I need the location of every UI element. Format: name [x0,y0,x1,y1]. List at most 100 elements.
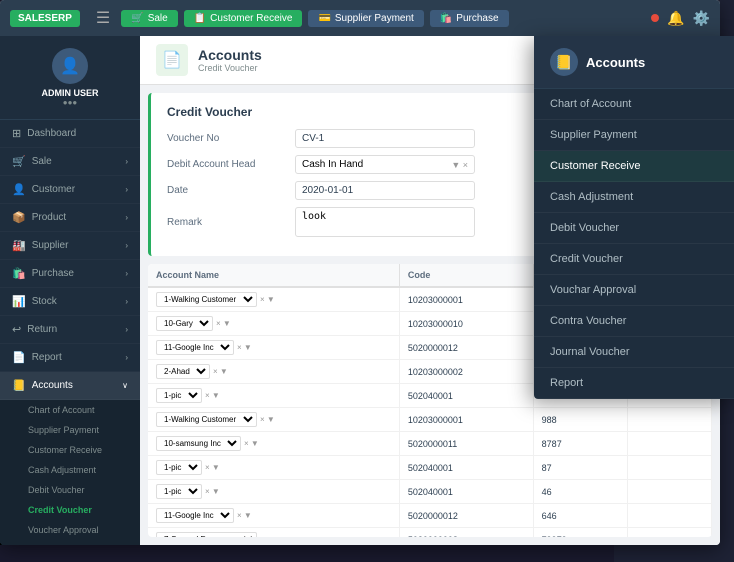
date-label: Date [167,185,287,196]
col-code: Code [399,264,533,287]
sidebar-item-product[interactable]: 📦 Product › [0,204,140,232]
supplier-payment-nav-button[interactable]: 💳 Supplier Payment [308,10,423,27]
account-select-7[interactable]: 1-pic [156,460,202,475]
account-select-10[interactable]: 7-Second Demo sup [156,532,257,537]
table-row: 1-pic × ▼ 502040001 87 [148,456,712,480]
dashboard-icon: ⊞ [12,127,21,140]
account-select-0[interactable]: 1-Walking Customer [156,292,257,307]
sale-icon: 🛒 [12,155,26,168]
table-row: 1-pic × ▼ 502040001 46 [148,480,712,504]
sidebar-sub-contra-voucher[interactable]: Contra Voucher [0,540,140,545]
user-name: ADMIN USER [41,88,98,98]
sidebar-item-accounts[interactable]: 📒 Accounts ∨ [0,372,140,400]
accounts-icon: 📒 [12,379,26,392]
accounts-menu-report[interactable]: Report [534,368,734,399]
accounts-menu-customer-receive[interactable]: Customer Receive [534,151,734,182]
chevron-right-icon: › [125,269,128,278]
supplier-icon: 🏭 [12,239,26,252]
sidebar-sub-customer-receive[interactable]: Customer Receive [0,440,140,460]
customer-receive-icon: 📋 [194,13,206,24]
accounts-menu-chart-of-account[interactable]: Chart of Account [534,89,734,120]
sale-icon: 🛒 [131,13,143,24]
purchase-nav-button[interactable]: 🛍️ Purchase [430,10,509,27]
account-select-1[interactable]: 10-Gary [156,316,213,331]
page-title: Accounts [198,47,262,63]
customer-receive-nav-button[interactable]: 📋 Customer Receive [184,10,303,27]
gear-icon[interactable]: ⚙️ [693,10,710,27]
table-row: 11-Google Inc × ▼ 5020000012 646 [148,504,712,528]
chevron-right-icon: › [125,185,128,194]
customer-icon: 👤 [12,183,26,196]
product-icon: 📦 [12,211,26,224]
accounts-panel-title: Accounts [586,55,645,70]
account-select-6[interactable]: 10-samsung Inc [156,436,241,451]
chevron-right-icon: › [125,213,128,222]
col-account-name: Account Name [148,264,399,287]
sidebar-item-sale[interactable]: 🛒 Sale › [0,148,140,176]
sidebar-item-return[interactable]: ↩ Return › [0,316,140,344]
accounts-menu-contra-voucher[interactable]: Contra Voucher [534,306,734,337]
voucher-no-label: Voucher No [167,133,287,144]
sidebar-sub-supplier-payment[interactable]: Supplier Payment [0,420,140,440]
account-select-4[interactable]: 1-pic [156,388,202,403]
debit-account-label: Debit Account Head [167,159,287,170]
hamburger-icon[interactable]: ☰ [96,8,110,28]
stock-icon: 📊 [12,295,26,308]
accounts-menu-vouchar-approval[interactable]: Vouchar Approval [534,275,734,306]
page-icon: 📄 [156,44,188,76]
logo: SALESERP [10,10,80,27]
notification-dot [651,14,659,22]
chevron-right-icon: › [125,157,128,166]
sale-nav-button[interactable]: 🛒 Sale [121,10,177,27]
accounts-panel-icon: 📒 [550,48,578,76]
accounts-menu-cash-adjustment[interactable]: Cash Adjustment [534,182,734,213]
accounts-dropdown-panel: 📒 Accounts Chart of Account Supplier Pay… [534,36,734,399]
chevron-right-icon: › [125,325,128,334]
sidebar-sub-cash-adjustment[interactable]: Cash Adjustment [0,460,140,480]
table-row: 1-Walking Customer × ▼ 10203000001 988 [148,408,712,432]
accounts-menu-debit-voucher[interactable]: Debit Voucher [534,213,734,244]
sidebar-sub-debit-voucher[interactable]: Debit Voucher [0,480,140,500]
sidebar-sub-voucher-approval[interactable]: Voucher Approval [0,520,140,540]
sidebar: 👤 ADMIN USER ●●● ⊞ Dashboard 🛒 Sale › 👤 … [0,36,140,545]
purchase-icon: 🛍️ [440,13,452,24]
bell-icon[interactable]: 🔔 [667,10,684,27]
sidebar-item-customer[interactable]: 👤 Customer › [0,176,140,204]
chevron-right-icon: › [125,297,128,306]
return-icon: ↩ [12,323,21,336]
sidebar-sub-credit-voucher[interactable]: Credit Voucher [0,500,140,520]
sidebar-item-stock[interactable]: 📊 Stock › [0,288,140,316]
sidebar-item-purchase[interactable]: 🛍️ Purchase › [0,260,140,288]
date-input[interactable] [295,181,475,200]
page-title-group: Accounts Credit Voucher [198,47,262,73]
chevron-right-icon: › [125,241,128,250]
top-nav: SALESERP ☰ 🛒 Sale 📋 Customer Receive 💳 S… [0,0,720,36]
page-subtitle: Credit Voucher [198,63,262,73]
accounts-submenu: Chart of Account Supplier Payment Custom… [0,400,140,545]
sidebar-item-report[interactable]: 📄 Report › [0,344,140,372]
user-role: ●●● [63,98,78,107]
account-select-9[interactable]: 11-Google Inc [156,508,234,523]
accounts-menu-credit-voucher[interactable]: Credit Voucher [534,244,734,275]
accounts-menu-supplier-payment[interactable]: Supplier Payment [534,120,734,151]
purchase-icon: 🛍️ [12,267,26,280]
page-title-area: 📄 Accounts Credit Voucher [156,44,262,76]
voucher-no-input[interactable] [295,129,475,148]
report-icon: 📄 [12,351,26,364]
sidebar-item-supplier[interactable]: 🏭 Supplier › [0,232,140,260]
table-row: 7-Second Demo sup × ▼ 5020000008 79979 [148,528,712,538]
chevron-right-icon: › [125,353,128,362]
accounts-panel-header: 📒 Accounts [534,36,734,89]
remark-textarea[interactable]: look [295,207,475,237]
account-select-3[interactable]: 2-Ahad [156,364,210,379]
debit-account-select[interactable]: Cash In Hand ▼ × [295,155,475,174]
avatar: 👤 [52,48,88,84]
account-select-5[interactable]: 1-Walking Customer [156,412,257,427]
sidebar-item-dashboard[interactable]: ⊞ Dashboard [0,120,140,148]
chevron-down-icon: ∨ [122,381,128,390]
account-select-2[interactable]: 11-Google Inc [156,340,234,355]
sidebar-sub-chart-of-account[interactable]: Chart of Account [0,400,140,420]
supplier-payment-icon: 💳 [318,13,330,24]
accounts-menu-journal-voucher[interactable]: Journal Voucher [534,337,734,368]
account-select-8[interactable]: 1-pic [156,484,202,499]
